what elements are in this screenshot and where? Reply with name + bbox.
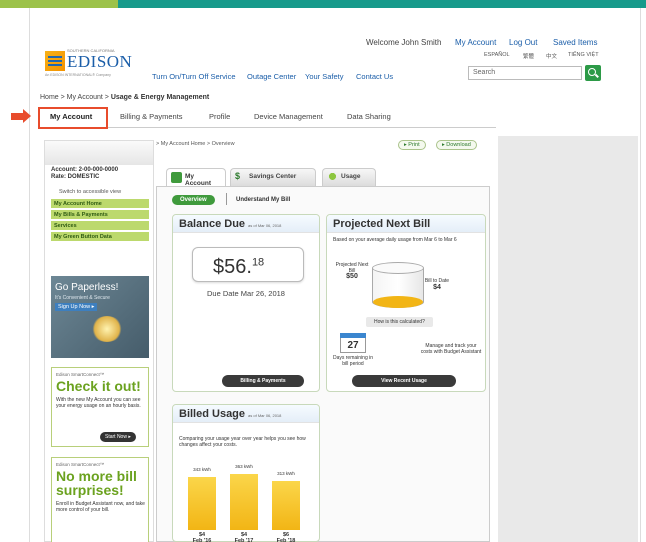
lang-espanol[interactable]: ESPAÑOL [484,52,510,58]
lang-chinese[interactable]: 中文 [546,52,557,60]
bulb-icon [327,172,338,183]
no-surprises-promo: Edison SmartConnect™ No more bill surpri… [51,457,149,542]
panel-tab-my-account[interactable]: My Account [166,168,226,187]
util-link-my-account[interactable]: My Account [455,38,496,47]
util-link-saved-items[interactable]: Saved Items [553,38,597,47]
edison-logo[interactable]: SOUTHERN CALIFORNIA EDISON An EDISON INT… [45,48,143,78]
bar-value-label: 343 kWh [193,467,211,472]
subtab-divider [226,193,227,205]
logo-stripe [48,64,62,66]
search-input[interactable]: Search [468,66,582,80]
sub-breadcrumb: > My Account Home > Overview [156,141,235,147]
check-it-out-promo: Edison SmartConnect™ Check it out! With … [51,367,149,447]
due-date: Due Date Mar 26, 2018 [207,289,285,298]
search-icon[interactable] [585,65,601,81]
bar-value-label: 363 kWh [235,464,253,469]
sidebar-item-bills-payments[interactable]: My Bills & Payments [51,210,149,220]
bar-category-label: $4 Feb '16 [192,532,212,542]
lang-vietnamese[interactable]: TIẾNG VIỆT [568,52,599,58]
panel-tab-savings-center[interactable]: $ Savings Center [230,168,316,186]
paperless-subtitle: It's Convenient & Secure [55,295,110,301]
days-remaining-label: Days remaining in bill period [332,355,374,367]
promo-text: Enroll in Budget Assistant now, and take… [56,501,145,513]
balance-title: Balance Due as of Mar 06, 2018 [179,218,282,230]
billed-title: Billed Usage as of Mar 06, 2018 [179,408,282,420]
lightbulb-icon [91,316,123,342]
projected-description: Based on your average daily usage from M… [333,237,457,243]
dollar-icon: $ [235,171,241,181]
right-column [498,136,638,542]
promo-heading: No more bill surprises! [56,468,137,498]
nav-contact-us[interactable]: Contact Us [356,72,393,81]
promo-kicker: Edison SmartConnect™ [56,462,105,467]
usage-bar[interactable]: 313 kWh $6 Feb '18 [272,471,300,542]
promo-heading: Check it out! [56,378,141,394]
tab-device-management[interactable]: Device Management [254,112,323,121]
download-button[interactable]: ▸ Download [436,140,477,150]
bar-category-label: $6 Feb '18 [276,532,296,542]
welcome-text: Welcome John Smith [366,38,442,47]
paperless-title: Go Paperless! [55,282,119,293]
logo-name: EDISON [67,52,133,71]
billed-description: Comparing your usage year over year help… [179,436,306,448]
sidebar: Account: 2-00-000-0000 Rate: DOMESTIC Swi… [44,140,154,542]
projection-cylinder-graphic [372,262,424,312]
projected-title: Projected Next Bill [333,218,431,230]
to-date-label: Bill to Date $4 [424,278,450,291]
cylinder-fill [373,296,423,308]
print-button[interactable]: ▸ Print [398,140,426,150]
highlight-box [38,107,108,129]
sidebar-header [45,141,153,165]
breadcrumb: Home > My Account > Usage & Energy Manag… [40,94,210,101]
panel-tab-usage[interactable]: Usage [322,168,376,186]
subtab-understand-bill[interactable]: Understand My Bill [236,197,290,203]
sidebar-item-green-button[interactable]: My Green Button Data [51,232,149,242]
nav-outage-center[interactable]: Outage Center [247,72,296,81]
accessible-view-link[interactable]: Switch to accessible view [59,189,121,195]
projected-label: Projected Next Bill $50 [335,262,369,280]
home-icon [171,172,182,183]
budget-assistant-text: Manage and track your costs with Budget … [420,343,482,355]
lang-traditional-chinese[interactable]: 繁體 [523,52,534,60]
sidebar-item-services[interactable]: Services [51,221,149,231]
pointer-arrow-icon [11,109,31,123]
billing-payments-button[interactable]: Billing & Payments [222,375,304,387]
account-info: Account: 2-00-000-0000 Rate: DOMESTIC [51,167,119,180]
go-paperless-banner[interactable]: Go Paperless! It's Convenient & Secure S… [51,276,149,358]
logo-stripe [48,56,62,58]
bar-value-label: 313 kWh [277,471,295,476]
promo-text: With the new My Account you can see your… [56,397,141,409]
bar-category-label: $4 Feb '17 [234,532,254,542]
tab-data-sharing[interactable]: Data Sharing [347,112,391,121]
how-calculated-link[interactable]: How is this calculated? [366,317,433,327]
logo-mark-icon [45,51,65,71]
top-accent-bar [0,0,118,8]
tab-profile[interactable]: Profile [209,112,230,121]
promo-kicker: Edison SmartConnect™ [56,372,105,377]
balance-due-card: Balance Due as of Mar 06, 2018 [172,214,320,392]
nav-your-safety[interactable]: Your Safety [305,72,344,81]
logo-subline: An EDISON INTERNATIONAL® Company [45,73,111,77]
cylinder-top [372,262,424,274]
tab-billing-payments[interactable]: Billing & Payments [120,112,183,121]
util-link-log-out[interactable]: Log Out [509,38,537,47]
usage-bar[interactable]: 363 kWh $4 Feb '17 [230,464,258,542]
view-recent-usage-button[interactable]: View Recent Usage [352,375,456,387]
logo-stripe [48,60,62,62]
usage-bar-chart: 343 kWh $4 Feb '16 363 kWh $4 Feb '17 313 kWh $… [182,464,307,542]
balance-amount: $56.18 [192,247,304,282]
start-now-button[interactable]: Start Now ▸ [100,432,136,442]
top-color-bar [0,0,646,8]
sidebar-item-account-home[interactable]: My Account Home [51,199,149,209]
nav-turn-on-off[interactable]: Turn On/Turn Off Service [152,72,236,81]
calendar-icon: 27 [340,333,366,353]
subtab-overview[interactable]: Overview [172,195,215,205]
usage-bar[interactable]: 343 kWh $4 Feb '16 [188,467,216,542]
sign-up-button[interactable]: Sign Up Now ▸ [55,303,98,311]
